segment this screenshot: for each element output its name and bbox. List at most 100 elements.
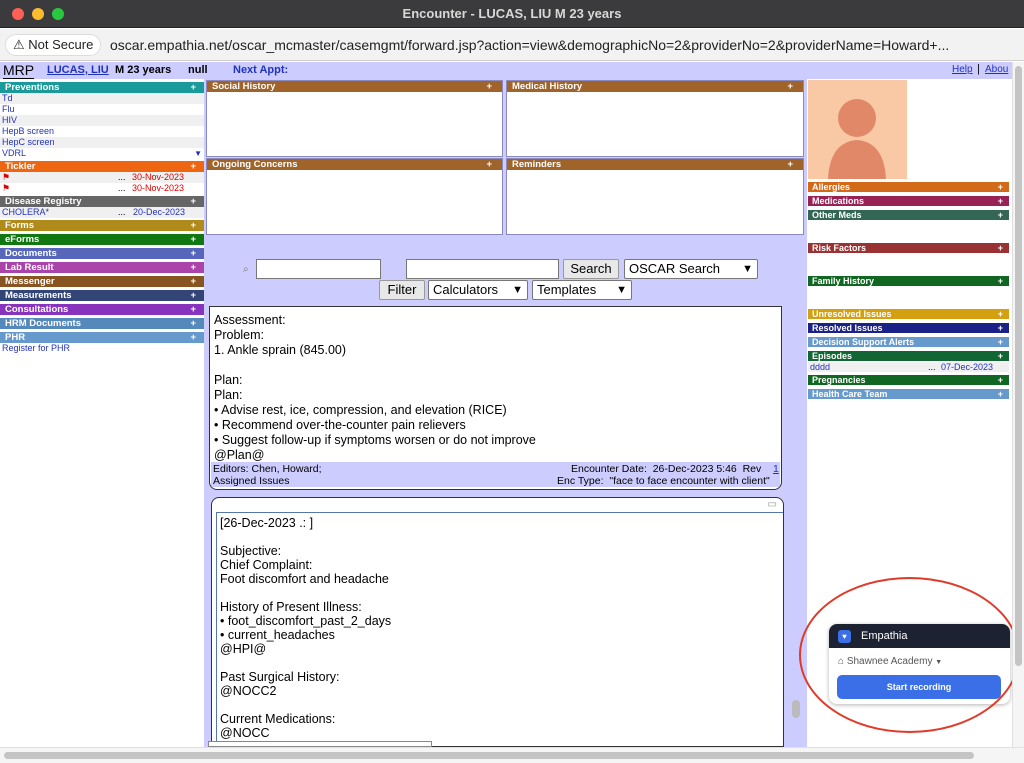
add-icon[interactable]: +	[998, 389, 1003, 399]
add-icon[interactable]: +	[486, 81, 492, 92]
eforms-header[interactable]: eForms +	[0, 234, 204, 245]
add-icon[interactable]: +	[998, 210, 1003, 220]
allergies-header[interactable]: Allergies +	[808, 182, 1009, 192]
search-type-select[interactable]: OSCAR Search ▼	[624, 259, 758, 279]
episodes-header[interactable]: Episodes +	[808, 351, 1009, 361]
scroll-down-icon[interactable]: ▼	[194, 148, 202, 159]
consultations-header[interactable]: Consultations +	[0, 304, 204, 315]
add-icon[interactable]: +	[998, 243, 1003, 253]
add-icon[interactable]: +	[190, 262, 196, 273]
url-field[interactable]: oscar.empathia.net/oscar_mcmaster/casemg…	[110, 37, 1020, 53]
disease-registry-header[interactable]: Disease Registry +	[0, 196, 204, 207]
filter-button[interactable]: Filter	[379, 280, 425, 300]
add-icon[interactable]: +	[998, 276, 1003, 286]
resolved-issues-header[interactable]: Resolved Issues +	[808, 323, 1009, 333]
ongoing-concerns-box[interactable]: Ongoing Concerns +	[206, 158, 503, 235]
add-icon[interactable]: +	[486, 159, 492, 170]
add-icon[interactable]: +	[190, 161, 196, 172]
add-icon[interactable]: +	[998, 337, 1003, 347]
add-icon[interactable]: +	[190, 196, 196, 207]
patient-name-link[interactable]: LUCAS, LIU	[47, 64, 109, 76]
forms-header[interactable]: Forms +	[0, 220, 204, 231]
chevron-down-icon: ▼	[616, 284, 627, 296]
help-link[interactable]: Help	[952, 64, 973, 75]
add-icon[interactable]: +	[998, 375, 1003, 385]
add-icon[interactable]: +	[190, 248, 196, 259]
security-indicator[interactable]: ⚠ Not Secure	[5, 34, 102, 56]
horizontal-scrollbar[interactable]	[0, 747, 1024, 763]
note-text: Assessment: Problem: 1. Ankle sprain (84…	[214, 313, 536, 462]
medications-header[interactable]: Medications +	[808, 196, 1009, 206]
prevention-item[interactable]: HepB screen	[0, 126, 204, 137]
lab-result-header[interactable]: Lab Result +	[0, 262, 204, 273]
ongoing-concerns-title: Ongoing Concerns	[212, 159, 298, 170]
prevention-item[interactable]: VDRL ▼	[0, 148, 204, 159]
add-icon[interactable]: +	[190, 276, 196, 287]
left-navigation: Preventions + Td Flu HIV HepB screen HepC…	[0, 79, 204, 747]
revision-link[interactable]: 1	[773, 463, 779, 475]
social-history-box[interactable]: Social History +	[206, 80, 503, 157]
about-link[interactable]: Abou	[985, 64, 1008, 75]
prevention-item[interactable]: Flu	[0, 104, 204, 115]
templates-select[interactable]: Templates ▼	[532, 280, 632, 300]
measurements-header[interactable]: Measurements +	[0, 290, 204, 301]
add-icon[interactable]: +	[998, 196, 1003, 206]
episode-item[interactable]: dddd ... 07-Dec-2023	[808, 362, 1009, 372]
add-icon[interactable]: +	[190, 332, 196, 343]
documents-header[interactable]: Documents +	[0, 248, 204, 259]
prevention-item[interactable]: HepC screen	[0, 137, 204, 148]
note-scrollbar[interactable]	[792, 700, 800, 718]
add-icon[interactable]: +	[998, 323, 1003, 333]
family-history-header[interactable]: Family History +	[808, 276, 1009, 286]
patient-photo	[808, 80, 907, 179]
other-meds-header[interactable]: Other Meds +	[808, 210, 1009, 220]
add-icon[interactable]: +	[787, 159, 793, 170]
add-icon[interactable]: +	[190, 304, 196, 315]
pregnancies-header[interactable]: Pregnancies +	[808, 375, 1009, 385]
add-icon[interactable]: +	[190, 82, 196, 93]
oscar-search-input[interactable]	[406, 259, 559, 279]
horizontal-scroll-thumb[interactable]	[4, 752, 974, 759]
phr-header[interactable]: PHR +	[0, 332, 204, 343]
vertical-scroll-thumb[interactable]	[1015, 66, 1022, 666]
tickler-header[interactable]: Tickler +	[0, 161, 204, 172]
add-icon[interactable]: +	[787, 81, 793, 92]
unresolved-issues-header[interactable]: Unresolved Issues +	[808, 309, 1009, 319]
decision-support-alerts-header[interactable]: Decision Support Alerts +	[808, 337, 1009, 347]
medical-history-box[interactable]: Medical History +	[506, 80, 804, 157]
chevron-down-icon: ▼	[742, 263, 753, 275]
tickler-item[interactable]: ⚑... 30-Nov-2023	[0, 183, 204, 194]
vertical-scrollbar[interactable]	[1012, 62, 1024, 747]
prevention-item[interactable]: HIV	[0, 115, 204, 126]
add-icon[interactable]: +	[190, 234, 196, 245]
patient-header: MRP LUCAS, LIU M 23 years null Next Appt…	[0, 62, 1012, 79]
note-search-input[interactable]	[256, 259, 381, 279]
calculators-select[interactable]: Calculators ▼	[428, 280, 528, 300]
null-label: null	[188, 64, 208, 76]
disease-registry-item[interactable]: CHOLERA*... 20-Dec-2023	[0, 207, 204, 218]
add-icon[interactable]: +	[998, 182, 1003, 192]
encounter-date: Encounter Date: 26-Dec-2023 5:46 Rev	[571, 463, 762, 475]
encounter-note-previous[interactable]: Assessment: Problem: 1. Ankle sprain (84…	[209, 306, 782, 490]
health-care-team-header[interactable]: Health Care Team +	[808, 389, 1009, 399]
messenger-header[interactable]: Messenger +	[0, 276, 204, 287]
print-icon[interactable]: ▭	[768, 499, 777, 510]
tickler-item[interactable]: ⚑... 30-Nov-2023	[0, 172, 204, 183]
risk-factors-header[interactable]: Risk Factors +	[808, 243, 1009, 253]
add-icon[interactable]: +	[998, 309, 1003, 319]
hrm-documents-header[interactable]: HRM Documents +	[0, 318, 204, 329]
add-icon[interactable]: +	[190, 318, 196, 329]
add-icon[interactable]: +	[998, 351, 1003, 361]
patient-info: M 23 years	[115, 64, 172, 76]
address-bar: ⚠ Not Secure oscar.empathia.net/oscar_mc…	[0, 29, 1024, 61]
add-icon[interactable]: +	[190, 290, 196, 301]
search-button[interactable]: Search	[563, 259, 619, 279]
register-phr-link[interactable]: Register for PHR	[0, 343, 204, 354]
reminders-box[interactable]: Reminders +	[506, 158, 804, 235]
add-icon[interactable]: +	[190, 220, 196, 231]
note-editor[interactable]: [26-Dec-2023 .: ] Subjective: Chief Comp…	[216, 512, 783, 746]
preventions-header[interactable]: Preventions +	[0, 82, 204, 93]
prevention-item[interactable]: Td	[0, 93, 204, 104]
header-divider: |	[977, 63, 980, 75]
assigned-issues: Assigned Issues	[213, 475, 290, 487]
